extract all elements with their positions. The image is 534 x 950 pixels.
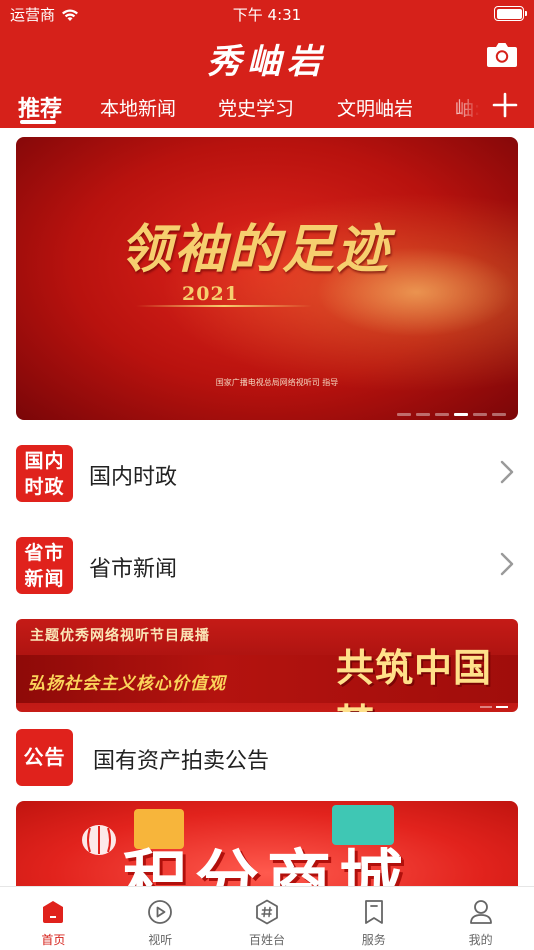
home-icon [43, 901, 64, 923]
tabbar-home[interactable]: 首页 [0, 887, 107, 950]
status-bar: 运营商 下午 4:31 [0, 0, 534, 28]
tab-local-news[interactable]: 本地新闻 [100, 94, 176, 121]
tabbar-community[interactable]: 百姓台 [214, 887, 321, 950]
carousel-dot-active[interactable] [454, 413, 468, 416]
list-item-notice[interactable]: 公告 国有资产拍卖公告 [0, 727, 534, 787]
battery-icon [494, 6, 527, 21]
tabbar-profile[interactable]: 我的 [427, 887, 534, 950]
camera-icon[interactable] [486, 40, 518, 68]
banner-credit: 国家广播电视总局网络视听司 指导 [215, 378, 339, 387]
bookmark-icon [364, 900, 383, 924]
carousel-dot[interactable] [473, 413, 487, 416]
carousel-dot[interactable] [480, 706, 492, 708]
plus-icon[interactable] [492, 92, 518, 118]
tabbar-label: 首页 [41, 933, 66, 947]
promo-banner[interactable]: 主题优秀网络视听节目展播 弘扬社会主义核心价值观 共筑中国梦 [16, 619, 518, 712]
carousel-dot[interactable] [416, 413, 430, 416]
carousel-dot-active[interactable] [496, 706, 508, 708]
tabbar-label: 服务 [361, 933, 386, 947]
chevron-right-icon [500, 552, 514, 576]
promo-carousel-indicator [480, 706, 508, 708]
channel-tabs: 推荐 本地新闻 党史学习 文明岫岩 岫: [0, 88, 534, 128]
tab-party-history[interactable]: 党史学习 [218, 94, 294, 121]
list-item-provincial-news[interactable]: 省市 新闻 省市新闻 [0, 535, 534, 595]
status-time: 下午 4:31 [232, 6, 302, 24]
user-icon [469, 900, 492, 924]
carousel-dot[interactable] [397, 413, 411, 416]
chevron-right-icon [500, 460, 514, 484]
tab-recommend[interactable]: 推荐 [18, 91, 62, 123]
promo-slogan: 弘扬社会主义核心价值观 [28, 674, 226, 694]
tabbar-label: 百姓台 [248, 933, 285, 947]
mall-title: 积分商城 [123, 844, 411, 891]
carousel-dot[interactable] [492, 413, 506, 416]
notice-label: 国有资产拍卖公告 [93, 749, 270, 774]
app-header: 运营商 下午 4:31 秀岫岩 推荐 本地新闻 党史学习 文明岫岩 岫: [0, 0, 534, 128]
hashtag-icon [256, 899, 278, 925]
list-item-label: 国内时政 [89, 465, 178, 490]
notice-badge: 公告 [16, 729, 73, 786]
tabbar-label: 视听 [148, 933, 173, 947]
points-mall-banner[interactable]: 积分商城 [16, 801, 518, 891]
tabbar-label: 我的 [468, 933, 493, 947]
list-item-label: 省市新闻 [89, 557, 178, 582]
bottom-tab-bar: 首页 视听 百姓台 服务 我的 [0, 886, 534, 950]
tabbar-services[interactable]: 服务 [320, 887, 427, 950]
featured-banner[interactable]: 领袖的足迹 2021 国家广播电视总局网络视听司 指导 [16, 137, 518, 420]
tabbar-media[interactable]: 视听 [107, 887, 214, 950]
carousel-indicator [397, 413, 506, 416]
promo-subtitle: 主题优秀网络视听节目展播 [30, 628, 210, 644]
app-title: 秀岫岩 [207, 42, 327, 82]
play-icon [148, 900, 173, 924]
category-badge: 国内 时政 [16, 445, 73, 502]
carousel-dot[interactable] [435, 413, 449, 416]
category-badge: 省市 新闻 [16, 537, 73, 594]
banner-title: 领袖的足迹 [120, 219, 391, 280]
banner-year: 2021 [182, 283, 239, 305]
tab-civilized-xiuyan[interactable]: 文明岫岩 [337, 94, 413, 121]
active-tab-indicator [20, 120, 56, 124]
promo-headline: 共筑中国梦 [336, 646, 493, 712]
list-item-domestic-politics[interactable]: 国内 时政 国内时政 [0, 443, 534, 503]
